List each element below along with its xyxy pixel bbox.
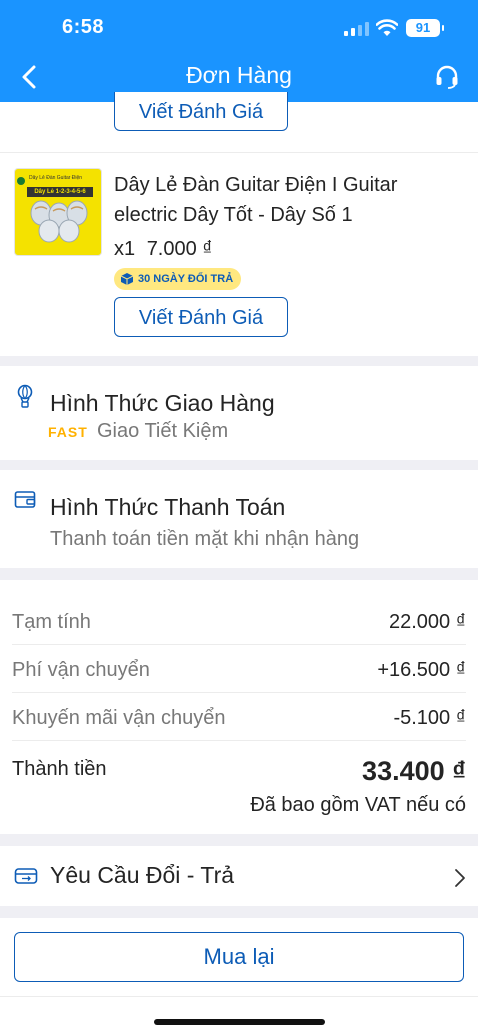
shipping-method-value: Giao Tiết Kiệm (97, 420, 229, 442)
shipping-discount-row: Khuyến mãi vận chuyển -5.100 ₫ (12, 693, 466, 741)
product-thumbnail[interactable]: Dây Lẻ Đàn Guitar Điện Dây Lẻ 1-2-3-4-5-… (14, 168, 102, 256)
bottom-divider (0, 996, 478, 997)
chevron-right-icon[interactable] (452, 866, 468, 890)
app-header: 6:58 91 Đơn Hàng (0, 0, 478, 102)
return-policy-label: 30 NGÀY ĐỔI TRẢ (138, 273, 234, 285)
home-indicator (154, 1019, 325, 1025)
shipping-fee-label: Phí vận chuyển (12, 659, 150, 681)
status-time: 6:58 (62, 16, 105, 38)
rebuy-button[interactable]: Mua lại (14, 932, 464, 982)
product-price-value: 7.000 ₫ (146, 238, 213, 260)
wifi-icon (376, 19, 398, 36)
product-quantity: x1 (114, 238, 136, 260)
return-policy-badge: 30 NGÀY ĐỔI TRẢ (114, 268, 242, 290)
wallet-icon (14, 491, 36, 508)
payment-method-value: Thanh toán tiền mặt khi nhận hàng (50, 528, 360, 550)
page-title: Đơn Hàng (186, 62, 292, 88)
headset-icon[interactable] (434, 64, 460, 90)
shipping-fee-value: +16.500 ₫ (377, 659, 466, 681)
product-name[interactable]: Dây Lẻ Đàn Guitar Điện I Guitar electric… (114, 170, 454, 230)
guitar-strings-image (17, 177, 88, 243)
shipping-fee-row: Phí vận chuyển +16.500 ₫ (12, 645, 466, 693)
total-value: 33.400 ₫ (362, 756, 466, 786)
shipping-discount-label: Khuyến mãi vận chuyển (12, 707, 226, 729)
return-request-label[interactable]: Yêu Cầu Đổi - Trả (50, 862, 234, 889)
battery-indicator: 91 (406, 19, 444, 37)
item-divider (0, 152, 478, 153)
cellular-signal-icon (344, 22, 369, 36)
payment-method-title: Hình Thức Thanh Toán (50, 494, 286, 520)
box-return-icon (120, 273, 134, 285)
subtotal-row: Tạm tính 22.000 ₫ (12, 597, 466, 645)
subtotal-value: 22.000 ₫ (389, 611, 466, 633)
shipping-discount-value: -5.100 ₫ (393, 707, 466, 729)
delivery-balloon-icon (17, 384, 33, 408)
vat-note: Đã bao gồm VAT nếu có (250, 794, 466, 816)
write-review-button[interactable]: Viết Đánh Giá (114, 297, 288, 337)
write-review-button[interactable]: Viết Đánh Giá (114, 92, 288, 131)
total-label: Thành tiền (12, 758, 107, 780)
return-truck-icon (14, 868, 38, 884)
subtotal-label: Tạm tính (12, 611, 91, 633)
product-quantity-price: x1 7.000 ₫ (114, 238, 213, 261)
shipping-method-title: Hình Thức Giao Hàng (50, 390, 275, 416)
fast-delivery-tag: FAST (48, 424, 88, 440)
